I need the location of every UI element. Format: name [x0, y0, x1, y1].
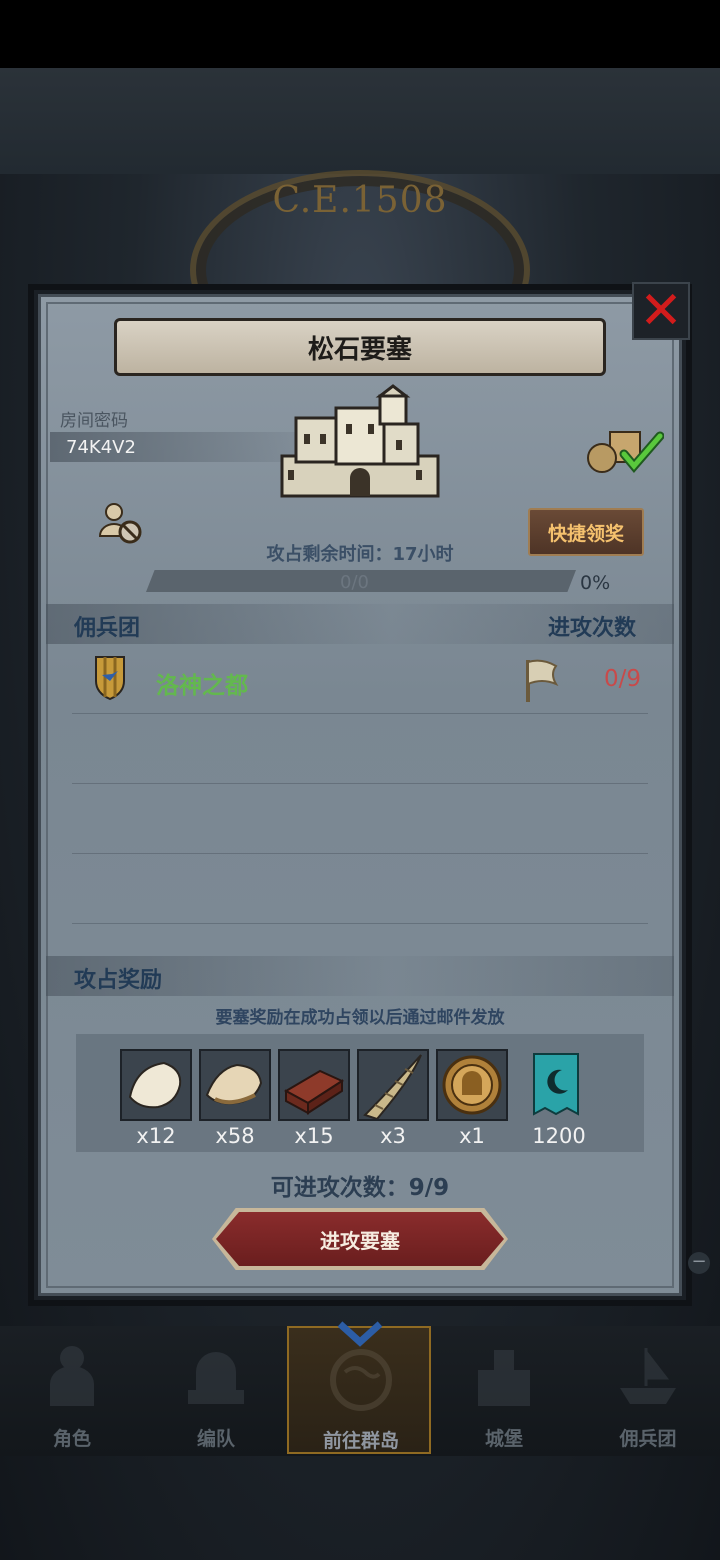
nav-item-formation[interactable]: 编队: [144, 1326, 288, 1454]
guild-shield-icon: [95, 656, 125, 701]
list-divider: [72, 853, 648, 854]
nav-label: 前往群岛: [322, 1430, 399, 1452]
list-divider: [72, 713, 648, 714]
nav-label: 城堡: [484, 1428, 523, 1450]
occupy-time-text: 攻占剩余时间：17小时: [266, 544, 454, 565]
nav-active-indicator: [336, 1320, 384, 1350]
reward-section-title: 攻占奖励: [74, 968, 163, 993]
reward-slot-wood[interactable]: [278, 1049, 350, 1121]
nav-item-castle[interactable]: 城堡: [432, 1326, 576, 1454]
leather-hide-icon: [205, 1063, 263, 1105]
nav-label: 编队: [196, 1428, 235, 1450]
ship-icon: [620, 1347, 676, 1404]
reward-qty: 1200: [532, 1124, 586, 1148]
chevron-down-icon: [337, 1321, 383, 1347]
room-code-value: 74K4V2: [66, 437, 136, 458]
reward-note: 要塞奖励在成功占领以后通过邮件发放: [215, 1008, 505, 1028]
attack-fortress-button[interactable]: 进攻要塞: [216, 1212, 504, 1266]
nav-label: 佣兵团: [619, 1428, 677, 1450]
reward-qty: x3: [380, 1124, 406, 1148]
fortress-title: 松石要塞: [114, 318, 606, 376]
room-code-label: 房间密码: [60, 411, 128, 431]
horn-icon: [363, 1054, 422, 1121]
reward-slot-banner[interactable]: [532, 1052, 580, 1118]
top-header-band: [0, 68, 720, 174]
mercenary-section-title: 佣兵团: [74, 616, 141, 641]
reward-slot-medal[interactable]: [436, 1049, 508, 1121]
close-button[interactable]: ✕: [632, 282, 690, 340]
flag-icon: [526, 659, 559, 702]
list-divider: [72, 923, 648, 924]
side-collapse-button[interactable]: −: [688, 1252, 710, 1274]
era-label: C.E.1508: [272, 180, 448, 221]
occupy-progress-percent: 0%: [580, 572, 611, 594]
knight-icon: [50, 1346, 94, 1406]
close-icon: ✕: [639, 281, 683, 341]
castle-nav-icon: [478, 1350, 530, 1406]
reward-slot-hide[interactable]: [199, 1049, 271, 1121]
mercenary-attack-count: 0/9: [604, 666, 642, 692]
reward-slot-fur[interactable]: [120, 1049, 192, 1121]
globe-icon: [330, 1349, 392, 1411]
attacks-header: 进攻次数: [548, 616, 637, 641]
nav-label: 角色: [52, 1428, 91, 1450]
mercenary-name[interactable]: 洛神之都: [156, 666, 248, 700]
nav-item-character[interactable]: 角色: [0, 1326, 144, 1454]
fur-pelt-icon: [128, 1061, 182, 1109]
banner-icon: [533, 1053, 579, 1116]
nav-item-mercenaries[interactable]: 佣兵团: [576, 1326, 720, 1454]
reward-qty: x1: [459, 1124, 485, 1148]
reward-slot-horn[interactable]: [357, 1049, 429, 1121]
helmet-icon: [188, 1352, 244, 1404]
reward-qty: x15: [294, 1124, 334, 1148]
list-divider: [72, 783, 648, 784]
wood-planks-icon: [283, 1069, 345, 1115]
available-attacks-text: 可进攻次数：9/9: [270, 1175, 450, 1201]
reward-qty: x12: [136, 1124, 176, 1148]
knight-medal-icon: [442, 1055, 502, 1115]
status-bar-area: [0, 0, 720, 68]
loot-claimed-icon: [587, 431, 664, 473]
reward-qty: x58: [215, 1124, 255, 1148]
occupy-progress-text: 0/0: [340, 572, 369, 593]
castle-icon: [280, 384, 440, 498]
